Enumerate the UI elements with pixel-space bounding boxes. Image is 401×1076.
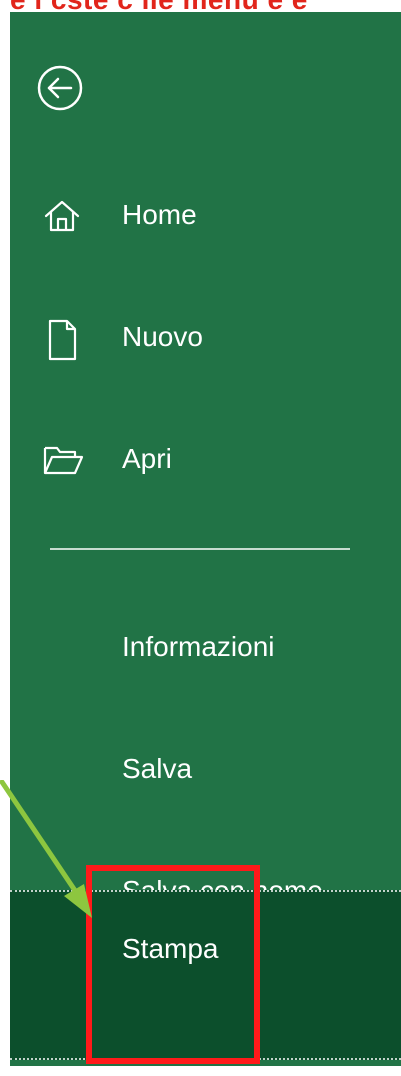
menu-item-label: Apri: [122, 443, 172, 474]
menu-item-label: Home: [122, 199, 197, 230]
home-icon: [42, 196, 82, 236]
new-document-icon: [42, 318, 82, 361]
menu-item-label: Nuovo: [122, 321, 203, 352]
menu-item-home[interactable]: Home: [10, 180, 401, 250]
excel-file-backstage-screenshot: e i cste c ile menu e e Home: [0, 0, 401, 1076]
menu-item-label: Salva: [122, 753, 193, 784]
back-circle-arrow-icon: [37, 65, 83, 111]
back-button[interactable]: [36, 64, 84, 112]
menu-item-informazioni[interactable]: Informazioni: [10, 612, 401, 682]
menu-item-apri[interactable]: Apri: [10, 424, 401, 494]
menu-item-label: Informazioni: [122, 631, 275, 662]
open-folder-icon: [42, 440, 84, 480]
menu-item-nuovo[interactable]: Nuovo: [10, 302, 401, 372]
menu-divider: [50, 548, 350, 550]
green-arrow-annotation: [0, 780, 92, 918]
cropped-header-text: e i cste c ile menu e e: [10, 0, 401, 12]
